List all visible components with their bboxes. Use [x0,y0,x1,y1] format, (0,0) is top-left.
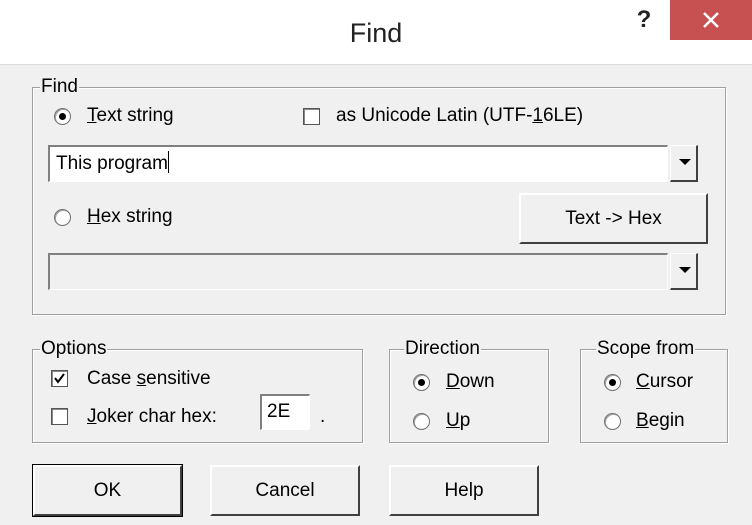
checkmark-icon [54,373,65,384]
unicode-checkbox[interactable] [303,108,320,125]
text-string-radio[interactable] [54,108,71,125]
options-group [32,349,363,443]
help-question-icon[interactable]: ? [632,6,656,36]
title-divider [0,64,752,65]
text-string-dropdown-button[interactable] [670,145,698,182]
title-bar: Find ? [0,0,752,64]
direction-down-label[interactable]: Down [446,371,495,393]
joker-char-hex-value: 2E [267,401,291,422]
direction-up-radio[interactable] [413,413,430,430]
scope-begin-label[interactable]: Begin [636,410,685,432]
hex-string-combo [48,253,668,290]
text-string-combo[interactable]: This program [48,145,668,182]
direction-group-legend: Direction [404,338,481,359]
find-group-legend: Find [40,76,79,97]
scope-group-legend: Scope from [596,338,696,359]
text-cursor [167,151,169,173]
hex-string-radio[interactable] [54,209,71,226]
scope-begin-radio[interactable] [604,413,621,430]
hex-string-label[interactable]: Hex string [87,206,173,228]
close-icon [703,12,719,28]
scope-cursor-radio[interactable] [604,374,621,391]
direction-up-label[interactable]: Up [446,410,470,432]
scope-cursor-label[interactable]: Cursor [636,371,693,393]
joker-char-hex-input[interactable]: 2E [260,394,310,430]
options-group-legend: Options [40,338,108,359]
chevron-down-icon [679,159,691,165]
joker-char-label[interactable]: Joker char hex: [87,406,217,428]
close-button[interactable] [670,0,752,40]
text-string-input[interactable]: This program [56,151,169,175]
joker-char-checkbox[interactable] [51,408,68,425]
unicode-label[interactable]: as Unicode Latin (UTF-16LE) [336,105,583,127]
case-sensitive-checkbox[interactable] [51,370,68,387]
chevron-down-icon [679,267,691,273]
direction-down-radio[interactable] [413,374,430,391]
hex-string-dropdown-button[interactable] [670,253,698,290]
cancel-button[interactable]: Cancel [210,465,360,516]
case-sensitive-label[interactable]: Case sensitive [87,368,211,390]
ok-button[interactable]: OK [32,464,183,517]
help-button[interactable]: Help [389,465,539,516]
text-string-label[interactable]: Text string [87,105,174,127]
text-to-hex-button[interactable]: Text -> Hex [519,193,708,244]
joker-suffix: . [320,406,326,427]
